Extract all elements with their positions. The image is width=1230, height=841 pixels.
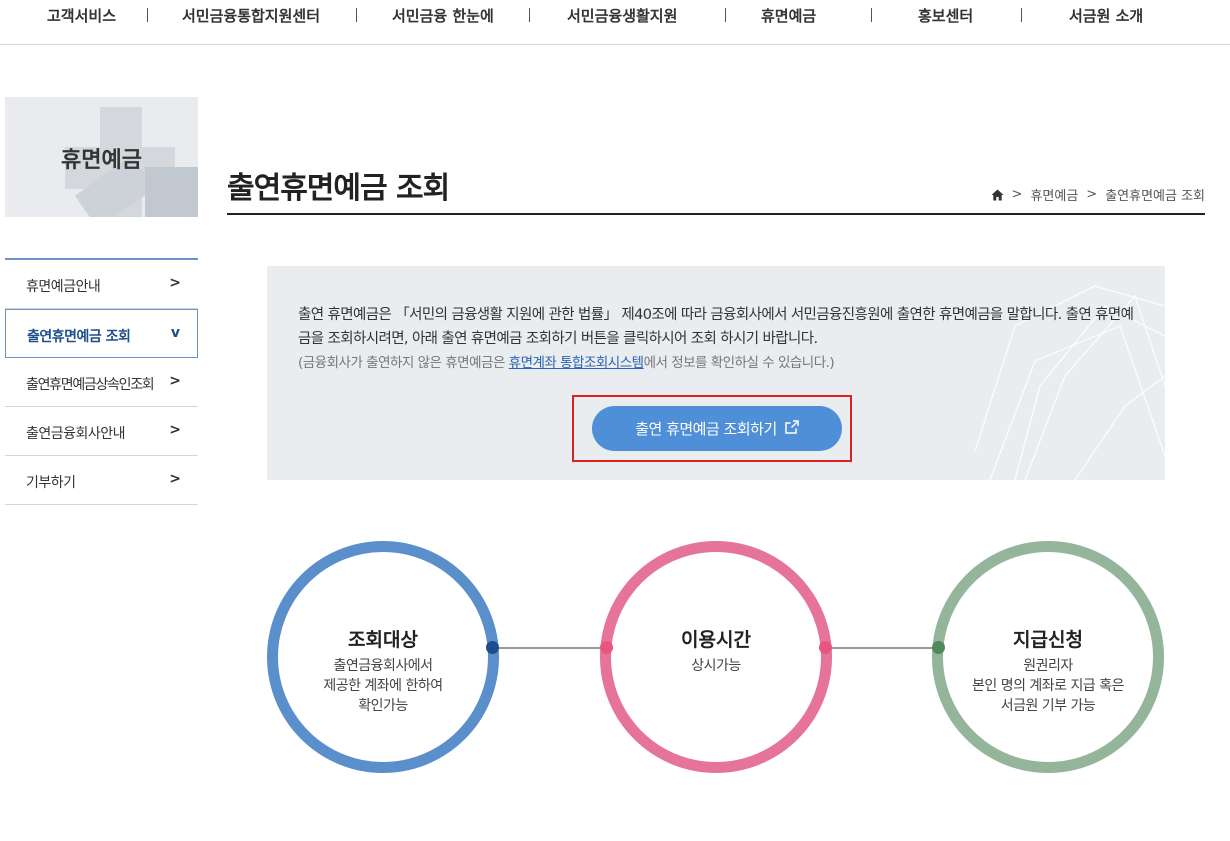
chevron-right-icon: >	[169, 422, 181, 438]
circle-line: 확인가능	[358, 698, 408, 714]
info-subtext-suffix: 에서 정보를 확인하실 수 있습니다.)	[643, 355, 835, 371]
nav-divider	[529, 8, 530, 22]
circle-description: 원권리자 본인 명의 계좌로 지급 혹은 서금원 기부 가능	[943, 656, 1153, 716]
nav-divider	[356, 8, 357, 22]
circle-description: 상시가능	[611, 656, 821, 676]
nav-item-integrated-support-center[interactable]: 서민금융통합지원센터	[182, 5, 320, 27]
sidebar-item-heir-inquiry[interactable]: 출연휴면예금상속인조회 >	[5, 358, 198, 407]
contributed-deposit-inquiry-button[interactable]: 출연 휴면예금 조회하기	[592, 406, 842, 451]
home-icon[interactable]	[991, 189, 1004, 201]
sidebar-item-institution-info[interactable]: 출연금융회사안내 >	[5, 407, 198, 456]
nav-divider	[725, 8, 726, 22]
sidebar-title: 휴면예금	[61, 148, 142, 173]
connector-dot	[819, 641, 832, 654]
nav-divider	[147, 8, 148, 22]
sidebar-item-label: 기부하기	[26, 475, 76, 491]
sidebar-item-label: 출연금융회사안내	[26, 426, 126, 442]
breadcrumb-item[interactable]: 휴면예금	[1030, 185, 1078, 204]
sidebar-item-contributed-inquiry[interactable]: 출연휴면예금 조회 v	[5, 309, 198, 358]
breadcrumb: > 휴면예금 > 출연휴면예금 조회	[991, 185, 1205, 204]
nav-item-dormant-deposit[interactable]: 휴면예금	[761, 5, 816, 27]
info-text: 출연 휴면예금은 「서민의 금융생활 지원에 관한 법률」 제40조에 따라 금…	[298, 307, 1134, 347]
circle-payment-request: 지급신청 원권리자 본인 명의 계좌로 지급 혹은 서금원 기부 가능	[932, 541, 1164, 773]
circle-line: 원권리자	[1023, 658, 1073, 674]
breadcrumb-separator: >	[1011, 187, 1023, 202]
sidebar-item-label: 휴면예금안내	[26, 279, 101, 295]
connector-dot	[932, 641, 945, 654]
integrated-inquiry-link[interactable]: 휴면계좌 통합조회시스템	[509, 355, 644, 371]
circle-line: 본인 명의 계좌로 지급 혹은	[972, 678, 1124, 694]
page-title: 출연휴면예금 조회	[227, 171, 450, 206]
sidebar-item-donate[interactable]: 기부하기 >	[5, 456, 198, 505]
sidebar-item-label: 출연휴면예금상속인조회	[26, 377, 155, 393]
circle-usage-time: 이용시간 상시가능	[600, 541, 832, 773]
circle-line: 출연금융회사에서	[333, 658, 433, 674]
nav-divider	[871, 8, 872, 22]
breadcrumb-separator: >	[1086, 187, 1098, 202]
nav-item-pr-center[interactable]: 홍보센터	[918, 5, 973, 27]
connector-line	[492, 647, 606, 649]
sidebar-menu: 휴면예금안내 > 출연휴면예금 조회 v 출연휴면예금상속인조회 > 출연금융회…	[5, 258, 198, 505]
top-navigation: 고객서비스 서민금융통합지원센터 서민금융 한눈에 서민금융생활지원 휴면예금 …	[0, 0, 1230, 45]
sidebar-banner: 휴면예금	[5, 97, 198, 217]
connector-dot	[486, 641, 499, 654]
circle-title: 이용시간	[681, 629, 751, 651]
connector-line	[825, 647, 938, 649]
chevron-down-icon: v	[170, 325, 180, 341]
nav-item-life-support[interactable]: 서민금융생활지원	[567, 5, 677, 27]
button-label: 출연 휴면예금 조회하기	[635, 420, 777, 438]
circle-line: 제공한 계좌에 한하여	[323, 678, 443, 694]
nav-item-about[interactable]: 서금원 소개	[1069, 5, 1143, 27]
circle-title: 지급신청	[1013, 629, 1083, 651]
chevron-right-icon: >	[169, 275, 181, 291]
circle-inquiry-target: 조회대상 출연금융회사에서 제공한 계좌에 한하여 확인가능	[267, 541, 499, 773]
nav-item-finance-at-a-glance[interactable]: 서민금융 한눈에	[392, 5, 494, 27]
circle-title: 조회대상	[348, 629, 418, 651]
external-link-icon	[785, 419, 799, 438]
chevron-right-icon: >	[169, 471, 181, 487]
decorative-lines	[974, 285, 1165, 480]
breadcrumb-current: 출연휴면예금 조회	[1105, 189, 1205, 204]
banner-decoration	[145, 167, 198, 217]
sidebar-item-label: 출연휴면예금 조회	[27, 329, 131, 345]
nav-divider	[1021, 8, 1022, 22]
circle-line: 상시가능	[691, 658, 741, 674]
cta-highlight: 출연 휴면예금 조회하기	[572, 395, 852, 462]
info-subtext-prefix: (금융회사가 출연하지 않은 휴면예금은	[298, 355, 509, 371]
title-divider	[227, 213, 1205, 215]
chevron-right-icon: >	[169, 373, 181, 389]
nav-item-customer-service[interactable]: 고객서비스	[47, 5, 116, 27]
info-box: 출연 휴면예금은 「서민의 금융생활 지원에 관한 법률」 제40조에 따라 금…	[267, 266, 1165, 480]
info-subtext: (금융회사가 출연하지 않은 휴면예금은 휴면계좌 통합조회시스템에서 정보를 …	[298, 351, 835, 371]
circle-description: 출연금융회사에서 제공한 계좌에 한하여 확인가능	[278, 656, 488, 716]
connector-dot	[600, 641, 613, 654]
circle-line: 서금원 기부 가능	[1000, 698, 1096, 714]
sidebar-item-dormant-info[interactable]: 휴면예금안내 >	[5, 260, 198, 309]
